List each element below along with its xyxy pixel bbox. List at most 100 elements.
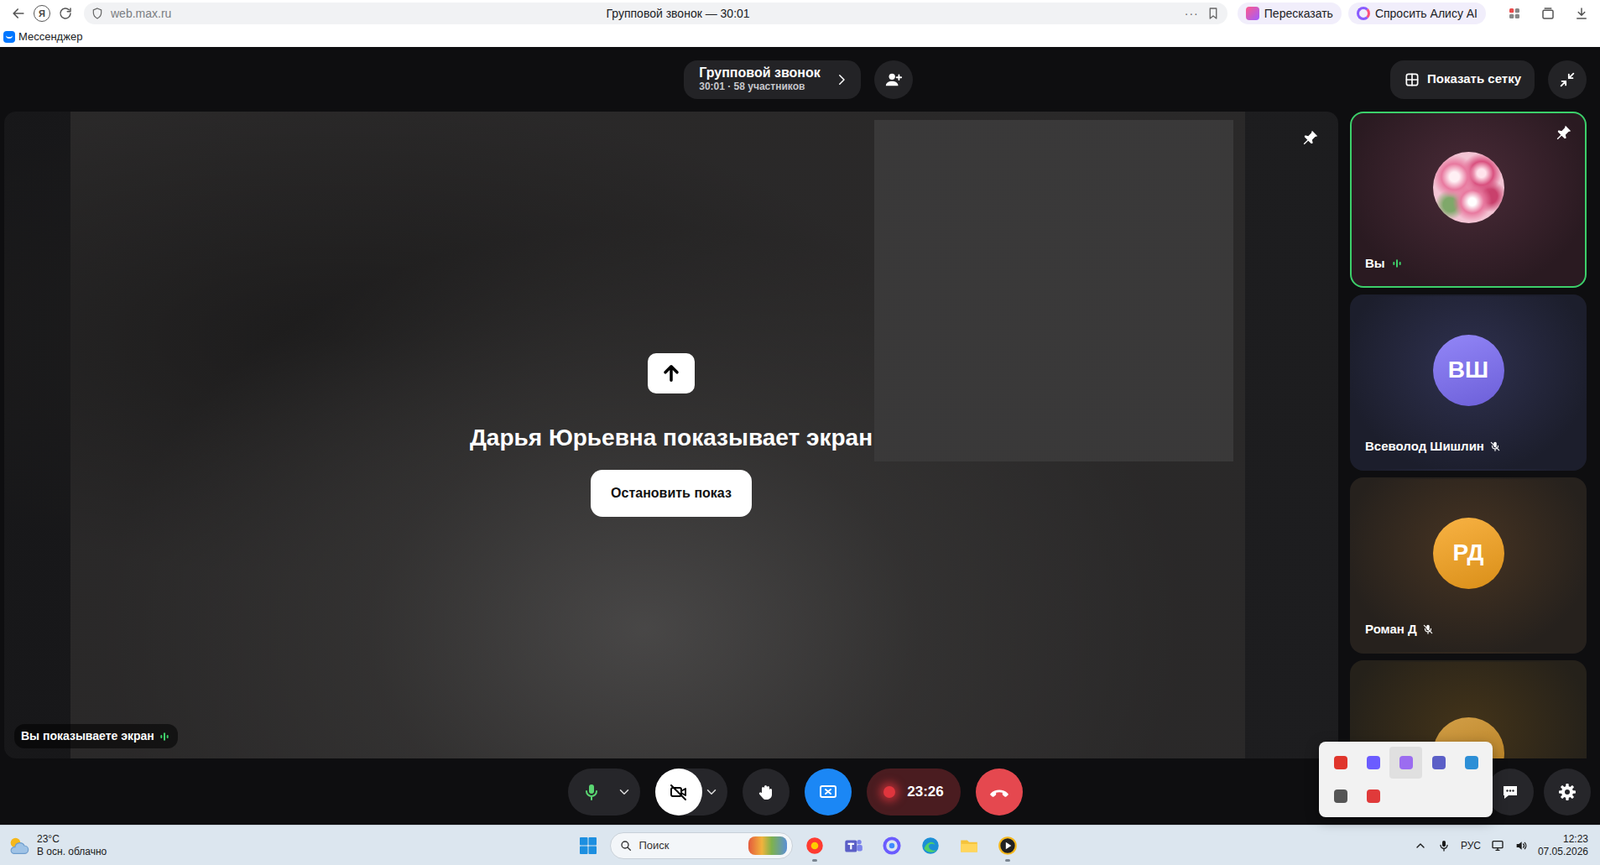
participant-tile[interactable]: Вы: [1349, 111, 1587, 288]
chat-button[interactable]: [1486, 768, 1534, 816]
call-title: Групповой звонок: [698, 64, 821, 81]
microphone-icon[interactable]: [568, 768, 615, 816]
participant-name: Вы: [1365, 254, 1386, 274]
start-button[interactable]: [571, 828, 605, 863]
microphone-icon[interactable]: [1437, 839, 1451, 853]
settings-button[interactable]: [1543, 768, 1591, 816]
download-icon[interactable]: [1569, 1, 1594, 26]
grid-icon: [1403, 71, 1421, 89]
browser-action-button[interactable]: Спросить Алису AI: [1348, 2, 1486, 25]
raise-hand-button[interactable]: [742, 768, 790, 816]
pin-icon[interactable]: [1301, 128, 1320, 147]
search-placeholder: Поиск: [639, 837, 670, 855]
bookmark-item[interactable]: Мессенджер: [3, 28, 83, 46]
taskbar: 23°CВ осн. облачно Поиск РУС 12:2307.05.…: [0, 824, 1600, 865]
gear-icon: [1557, 781, 1578, 803]
hand-icon: [755, 781, 777, 803]
pin-icon[interactable]: [1554, 123, 1574, 142]
clock[interactable]: 12:2307.05.2026: [1537, 833, 1589, 859]
windows-icon: [578, 835, 599, 856]
avatar-initials: ВШ: [1448, 352, 1489, 388]
self-sharing-label: Вы показываете экран: [20, 727, 155, 746]
tray-app-icon: [1464, 755, 1479, 770]
running-indicator: [1005, 859, 1011, 862]
player-icon: [996, 834, 1019, 857]
network-icon[interactable]: [1490, 839, 1505, 853]
browser-logo[interactable]: Я: [33, 5, 51, 22]
presenter-message: Дарья Юрьевна показывает экран: [469, 423, 873, 453]
tray-item[interactable]: [1356, 746, 1390, 779]
page-title: Групповой звонок — 30:01: [177, 5, 1178, 23]
search-highlight-image: [748, 836, 787, 855]
screen-share-stage: Дарья Юрьевна показывает экран Остановит…: [4, 111, 1339, 759]
tray-app-icon: [1366, 755, 1381, 770]
tray-item[interactable]: [1454, 746, 1488, 779]
chevron-down-icon[interactable]: [616, 784, 632, 800]
browser-actions: Пересказать Спросить Алису AI: [1237, 2, 1486, 25]
recording-indicator[interactable]: 23:26: [866, 768, 960, 816]
audio-level-icon: [157, 729, 172, 744]
hang-up-button[interactable]: [975, 768, 1023, 816]
camera-icon[interactable]: [655, 768, 703, 816]
taskbar-app[interactable]: [990, 828, 1025, 863]
tray-item[interactable]: [1323, 746, 1357, 779]
audio-level-icon: [1390, 256, 1404, 271]
taskbar-app[interactable]: [913, 828, 948, 863]
add-participant-button[interactable]: [874, 60, 913, 100]
refresh-icon[interactable]: [53, 1, 78, 26]
camera-control[interactable]: [655, 768, 728, 816]
search-box[interactable]: Поиск: [609, 832, 793, 860]
phone-icon: [988, 781, 1011, 803]
clock-date: 07.05.2026: [1537, 845, 1589, 859]
tray-item[interactable]: [1356, 780, 1390, 813]
minimize-button[interactable]: [1547, 60, 1587, 100]
tray-item[interactable]: [1323, 780, 1357, 813]
participant-tile[interactable]: РДРоман Д: [1349, 477, 1587, 654]
taskbar-app[interactable]: [875, 828, 909, 863]
show-grid-button[interactable]: Показать сетку: [1390, 60, 1535, 100]
chevron-down-icon[interactable]: [703, 784, 720, 800]
tray-item[interactable]: [1389, 746, 1423, 779]
folder-icon: [958, 834, 980, 857]
weather-widget[interactable]: 23°CВ осн. облачно: [6, 833, 572, 859]
tray-item[interactable]: [1422, 746, 1455, 779]
shield-icon[interactable]: [90, 6, 105, 21]
extension-icon[interactable]: [1502, 1, 1527, 26]
vk-icon: [3, 31, 16, 43]
back-icon[interactable]: [6, 1, 31, 26]
taskbar-app[interactable]: [836, 828, 871, 863]
avatar: РД: [1433, 517, 1505, 589]
weather-temp: 23°C: [36, 833, 107, 846]
yandex-icon: [803, 834, 826, 857]
minimize-icon: [1558, 70, 1577, 89]
volume-icon[interactable]: [1514, 839, 1528, 853]
mic-control[interactable]: [568, 768, 641, 816]
taskbar-app[interactable]: [952, 828, 986, 863]
browser-action-label: Спросить Алису AI: [1375, 5, 1478, 23]
language-indicator[interactable]: РУС: [1460, 838, 1481, 854]
chevron-up-icon[interactable]: [1413, 839, 1428, 853]
browser-action-button[interactable]: Пересказать: [1237, 2, 1342, 25]
search-icon: [619, 839, 633, 853]
participant-tile[interactable]: ВШВсеволод Шишлин: [1349, 294, 1587, 471]
call-header: Групповой звонок 30:01 · 58 участников П…: [0, 46, 1600, 112]
tray-app-icon: [1334, 789, 1348, 803]
more-button[interactable]: ···: [1184, 5, 1199, 23]
messenger-icon: [880, 834, 903, 857]
call-info[interactable]: Групповой звонок 30:01 · 58 участников: [683, 60, 861, 100]
stop-share-icon: [818, 781, 839, 803]
taskbar-app[interactable]: [797, 828, 832, 863]
bookmarks-bar: Мессенджер: [0, 26, 1600, 47]
address-url[interactable]: web.max.ru: [110, 5, 172, 23]
screen-share-button[interactable]: [804, 768, 852, 816]
stop-sharing-button[interactable]: Остановить показ: [590, 469, 752, 517]
edge-icon: [919, 834, 942, 857]
self-sharing-badge: Вы показываете экран: [14, 724, 178, 749]
weather-condition: В осн. облачно: [36, 845, 107, 859]
avatar: [1433, 151, 1505, 224]
bookmark-icon[interactable]: [1205, 5, 1221, 21]
arrow-up-icon: [659, 361, 683, 386]
collections-icon[interactable]: [1536, 1, 1560, 26]
clock-time: 12:23: [1537, 833, 1589, 846]
address-bar[interactable]: web.max.ru Групповой звонок — 30:01 ···: [83, 2, 1228, 25]
